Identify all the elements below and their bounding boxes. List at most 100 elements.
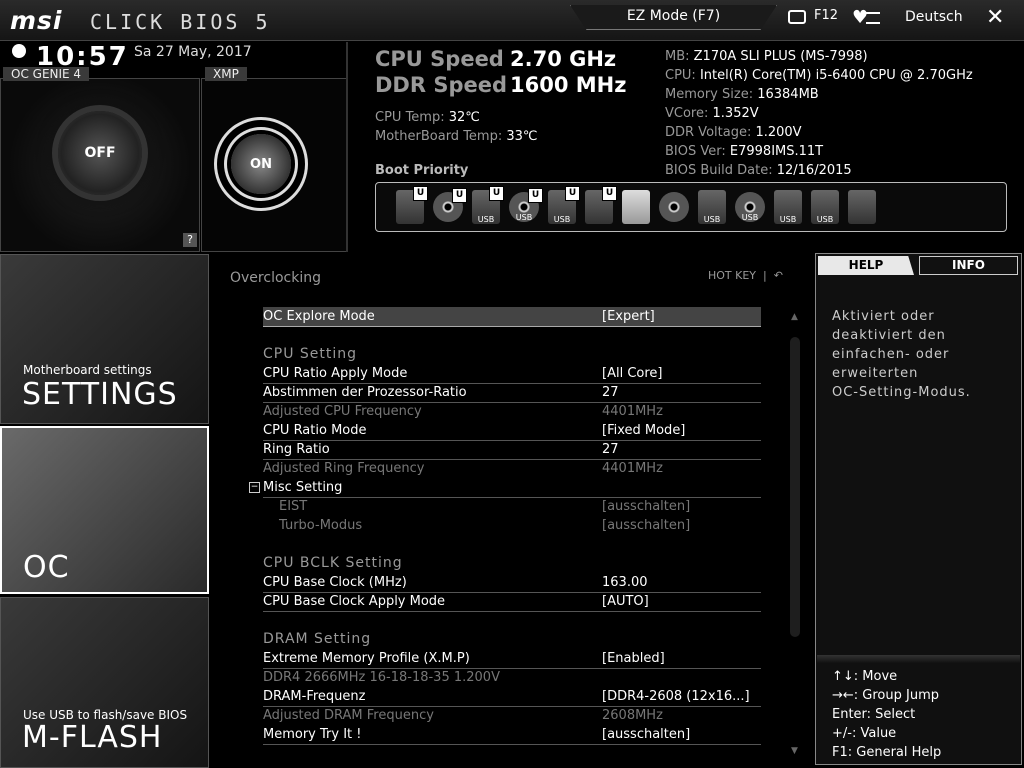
usb-floppy-icon[interactable]: USB (811, 190, 839, 224)
setting-value[interactable]: [AUTO] (602, 592, 649, 611)
setting-label: CPU Base Clock Apply Mode (263, 594, 446, 609)
usb-disc-icon[interactable]: USB U (509, 188, 543, 222)
key-hint: →←: Group Jump (832, 688, 939, 703)
setting-label: CPU Setting (263, 346, 358, 362)
setting-label: DRAM-Frequenz (263, 689, 366, 704)
setting-label: EIST (279, 499, 308, 514)
boot-device-text: USB (703, 215, 721, 224)
help-line: einfachen- oder (832, 347, 950, 362)
clock-icon (12, 44, 26, 58)
scroll-down-icon[interactable]: ▼ (791, 746, 798, 756)
setting-label: DDR4 2666MHz 16-18-18-35 1.200V (263, 670, 500, 685)
clock-date: Sa 27 May, 2017 (134, 44, 252, 60)
setting-value: [ausschalten] (602, 499, 691, 514)
setting-row: DDR4 2666MHz 16-18-18-35 1.200V (263, 668, 761, 687)
key-hint: +/-: Value (832, 726, 897, 741)
setting-row[interactable]: Ring Ratio 27 (263, 440, 761, 460)
setting-label: CPU Base Clock (MHz) (263, 575, 407, 590)
setting-row: Adjusted CPU Frequency 4401MHz (263, 402, 761, 421)
section-header: DRAM Setting (263, 630, 761, 649)
ez-mode-button[interactable]: EZ Mode (F7) (570, 5, 777, 30)
language-button[interactable]: Deutsch (905, 9, 963, 25)
sysinfo-line: CPU: Intel(R) Core(TM) i5-6400 CPU @ 2.7… (665, 68, 973, 83)
setting-value: 4401MHz (602, 461, 663, 476)
setting-row[interactable]: DRAM-Frequenz [DDR4-2608 (12x16...] (263, 687, 761, 707)
boot-priority-bar[interactable]: U U USB U USB U USB U U USB USB USB USB (375, 182, 1007, 232)
boot-priority-title: Boot Priority (375, 163, 469, 178)
tab-info[interactable]: INFO (919, 256, 1018, 275)
scroll-thumb[interactable] (790, 337, 800, 637)
setting-value[interactable]: 163.00 (602, 573, 648, 592)
setting-value[interactable]: 27 (602, 383, 619, 402)
setting-value[interactable]: [Expert] (602, 307, 655, 326)
oc-genie-knob[interactable]: OFF (58, 111, 142, 195)
usb-disc-icon[interactable]: USB (735, 192, 765, 222)
setting-value: [ausschalten] (602, 518, 691, 533)
floppy-icon[interactable]: U (585, 186, 617, 224)
setting-row[interactable]: Extreme Memory Profile (X.M.P) [Enabled] (263, 649, 761, 669)
back-icon[interactable]: ↶ (774, 269, 783, 282)
setting-value[interactable]: [All Core] (602, 364, 662, 383)
sysinfo-line: BIOS Build Date: 12/16/2015 (665, 163, 852, 178)
setting-label: Misc Setting (263, 480, 343, 495)
help-text: Aktiviert oder deaktiviert den einfachen- … (832, 307, 1012, 402)
disc-icon[interactable] (659, 192, 689, 222)
nav-oc[interactable]: OC (0, 426, 209, 594)
key-legend: ↑↓: Move →←: Group Jump Enter: Select +/-: … (832, 667, 941, 762)
close-icon[interactable]: ✕ (986, 5, 1004, 30)
setting-label: Adjusted Ring Frequency (263, 461, 425, 476)
msi-logo: msi (10, 6, 63, 35)
uefi-badge: U (413, 186, 428, 201)
setting-value[interactable]: 27 (602, 440, 619, 459)
tab-help[interactable]: HELP (818, 256, 914, 275)
setting-label: Extreme Memory Profile (X.M.P) (263, 651, 470, 666)
sysinfo-line: MB: Z170A SLI PLUS (MS-7998) (665, 49, 868, 64)
system-info: MB: Z170A SLI PLUS (MS-7998) CPU: Intel(… (665, 47, 973, 180)
usb-key-icon[interactable]: USB U (548, 186, 580, 224)
hotkey-button[interactable]: HOT KEY | ↶ (708, 269, 783, 282)
setting-row[interactable]: CPU Ratio Mode [Fixed Mode] (263, 421, 761, 441)
hdd-icon[interactable]: U (396, 186, 428, 224)
setting-value[interactable]: [Enabled] (602, 649, 665, 668)
sysinfo-line: VCore: 1.352V (665, 106, 759, 121)
cpu-speed-value: 2.70 GHz (510, 47, 617, 71)
scroll-up-icon[interactable]: ▲ (791, 312, 798, 322)
oc-genie-label: OC GENIE 4 (3, 67, 90, 81)
nav-settings[interactable]: Motherboard settings SETTINGS (0, 254, 209, 424)
usb-hdd-icon[interactable]: USB U (472, 186, 504, 224)
collapse-icon[interactable]: − (249, 482, 260, 493)
oc-genie-help-icon[interactable]: ? (183, 233, 197, 247)
screenshot-key-label[interactable]: F12 (814, 8, 838, 23)
key-hint: ↑↓: Move (832, 669, 898, 684)
setting-row[interactable]: − Misc Setting (249, 478, 761, 498)
usb-key-icon[interactable]: USB (774, 190, 802, 224)
network-icon[interactable] (848, 190, 876, 224)
usb-hdd-icon[interactable]: USB (698, 190, 726, 224)
help-line: deaktiviert den (832, 328, 946, 343)
setting-row[interactable]: CPU Base Clock (MHz) 163.00 (263, 573, 761, 593)
setting-label: CPU BCLK Setting (263, 555, 403, 571)
setting-value[interactable]: [Fixed Mode] (602, 421, 685, 440)
setting-row[interactable]: CPU Ratio Apply Mode [All Core] (263, 364, 761, 384)
ddr-speed-value: 1600 MHz (510, 73, 627, 97)
hdd-icon[interactable] (622, 190, 650, 224)
camera-icon[interactable] (788, 10, 806, 24)
setting-row[interactable]: Memory Try It ! [ausschalten] (263, 725, 761, 745)
boot-device-text: USB (741, 213, 759, 222)
setting-row[interactable]: CPU Base Clock Apply Mode [AUTO] (263, 592, 761, 612)
disc-icon[interactable]: U (433, 188, 467, 222)
setting-label: DRAM Setting (263, 631, 372, 647)
uefi-badge: U (602, 186, 617, 201)
setting-row: EIST [ausschalten] (263, 497, 761, 516)
xmp-knob[interactable]: ON (231, 134, 291, 194)
boot-device-text: USB (779, 215, 797, 224)
list-icon[interactable] (866, 12, 880, 24)
nav-m-flash[interactable]: Use USB to flash/save BIOS M-FLASH (0, 597, 209, 768)
panel-divider (346, 42, 348, 252)
ddr-speed-label: DDR Speed (375, 73, 508, 97)
setting-value[interactable]: [ausschalten] (602, 725, 690, 744)
nav-settings-label: SETTINGS (22, 377, 178, 412)
setting-value[interactable]: [DDR4-2608 (12x16...] (602, 687, 750, 706)
setting-row[interactable]: Abstimmen der Prozessor-Ratio 27 (263, 383, 761, 403)
setting-row[interactable]: OC Explore Mode [Expert] (263, 307, 761, 327)
